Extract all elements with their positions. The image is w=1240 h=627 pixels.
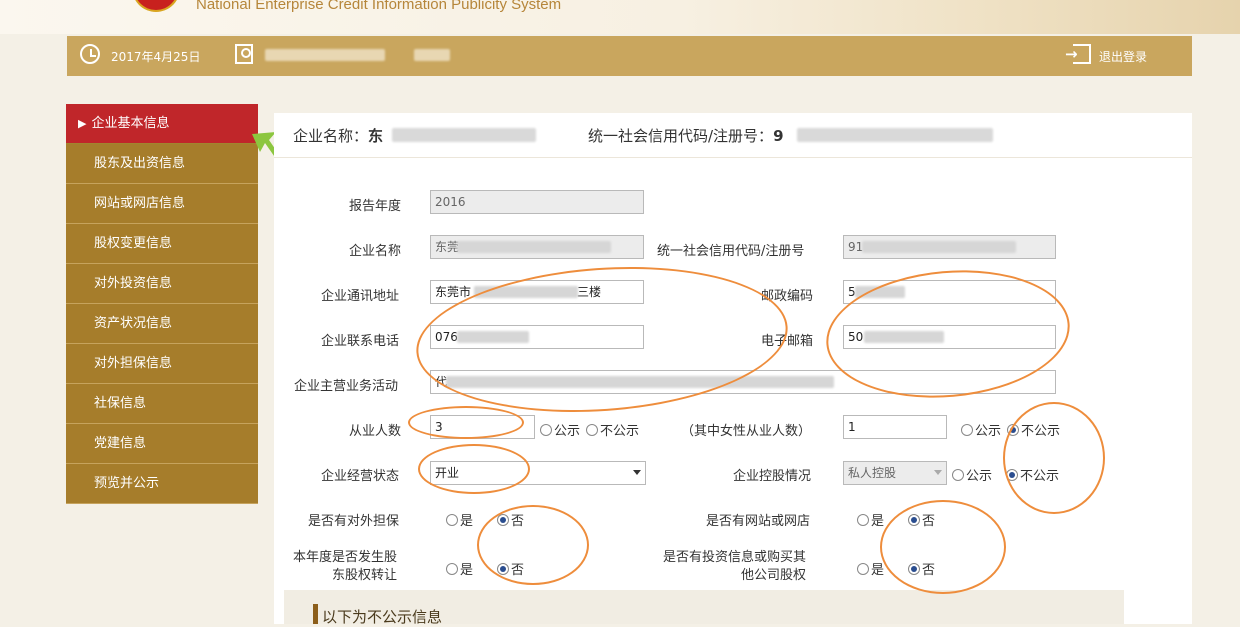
sidebar-item-label: 社保信息: [94, 396, 147, 411]
sidebar-item-label: 资产状况信息: [94, 316, 173, 331]
credit-code-header: 统一社会信用代码/注册号：9: [588, 127, 784, 145]
sidebar-item-basic-info[interactable]: ▶ 企业基本信息: [66, 104, 258, 144]
employees-private-radio[interactable]: [586, 424, 599, 436]
logout-icon[interactable]: [1065, 44, 1091, 64]
redacted-credit-code-field: [862, 241, 1016, 253]
sidebar-item-websites[interactable]: 网站或网店信息: [66, 184, 258, 224]
annotation-ellipse-website: [880, 500, 1006, 594]
guarantee-yes-radio[interactable]: [446, 514, 458, 526]
sidebar-item-preview-publish[interactable]: 预览并公示: [66, 464, 258, 504]
triangle-right-icon: ▶: [78, 117, 87, 130]
annotation-ellipse-guarantee: [477, 505, 589, 585]
report-year-field[interactable]: 2016: [430, 190, 644, 214]
investment-yes-radio[interactable]: [857, 563, 869, 575]
annotation-ellipse-employees: [408, 406, 524, 439]
system-name: National Enterprise Credit Information P…: [196, 0, 562, 13]
holding-select[interactable]: 私人控股: [843, 461, 947, 485]
sidebar-item-label: 对外担保信息: [94, 356, 173, 371]
sidebar-item-label: 网站或网店信息: [94, 196, 186, 211]
company-name-label: 企业名称: [349, 244, 402, 259]
status-label: 企业经营状态: [321, 469, 400, 484]
female-employees-public-radio[interactable]: [961, 424, 973, 436]
user-icon: [235, 44, 253, 64]
sidebar-item-party-building[interactable]: 党建信息: [66, 424, 258, 464]
redacted-company-name: [392, 128, 536, 142]
female-employees-label: （其中女性从业人数）: [681, 424, 812, 439]
holding-label: 企业控股情况: [733, 469, 812, 484]
sidebar-item-label: 党建信息: [94, 436, 147, 451]
sidebar-item-assets[interactable]: 资产状况信息: [66, 304, 258, 344]
sidebar-item-social-security[interactable]: 社保信息: [66, 384, 258, 424]
sidebar-item-equity-changes[interactable]: 股权变更信息: [66, 224, 258, 264]
website-label: 是否有网站或网店: [706, 514, 811, 529]
annotation-ellipse-status: [418, 444, 530, 494]
website-yes-radio[interactable]: [857, 514, 869, 526]
investment-label: 是否有投资信息或购买其 他公司股权: [663, 550, 807, 583]
sidebar-item-label: 企业基本信息: [91, 116, 170, 131]
employees-visibility: 公示 不公示: [540, 420, 639, 439]
sidebar-item-label: 股权变更信息: [94, 236, 173, 251]
annotation-ellipse-private: [1003, 402, 1105, 514]
female-employees-field[interactable]: 1: [843, 415, 947, 439]
company-name-header: 企业名称：东: [293, 127, 384, 145]
sidebar-item-label: 对外投资信息: [94, 276, 173, 291]
sidebar-item-label: 预览并公示: [94, 476, 160, 491]
section-marker: [313, 604, 318, 624]
sidebar-item-label: 股东及出资信息: [94, 156, 186, 171]
employees-public-radio[interactable]: [540, 424, 552, 436]
employees-label: 从业人数: [349, 424, 402, 439]
sidebar-item-guarantees[interactable]: 对外担保信息: [66, 344, 258, 384]
holding-public-radio[interactable]: [952, 469, 964, 481]
chevron-down-icon: [934, 470, 942, 475]
sidebar-item-investments[interactable]: 对外投资信息: [66, 264, 258, 304]
report-year-label: 报告年度: [349, 199, 402, 214]
top-banner: [0, 0, 1240, 34]
chevron-down-icon: [633, 470, 641, 475]
current-date: 2017年4月25日: [111, 50, 201, 64]
equity-transfer-label: 本年度是否发生股 东股权转让: [293, 550, 398, 583]
equity-transfer-yes-radio[interactable]: [446, 563, 458, 575]
sidebar-menu: ▶ 企业基本信息 股东及出资信息 网站或网店信息 股权变更信息 对外投资信息 资产…: [66, 104, 258, 504]
credit-code-label: 统一社会信用代码/注册号: [657, 244, 805, 259]
redacted-credit-code: [797, 128, 993, 142]
redacted-company-name-field: [457, 241, 611, 253]
clock-icon: [80, 44, 100, 64]
logout-link[interactable]: 退出登录: [1099, 48, 1147, 65]
business-label: 企业主营业务活动: [294, 379, 399, 394]
phone-label: 企业联系电话: [321, 334, 400, 349]
redacted-user-role: [414, 49, 450, 61]
guarantee-label: 是否有对外担保: [308, 514, 400, 529]
address-label: 企业通讯地址: [321, 289, 400, 304]
redacted-user-name: [265, 49, 385, 61]
sidebar-item-shareholders[interactable]: 股东及出资信息: [66, 144, 258, 184]
